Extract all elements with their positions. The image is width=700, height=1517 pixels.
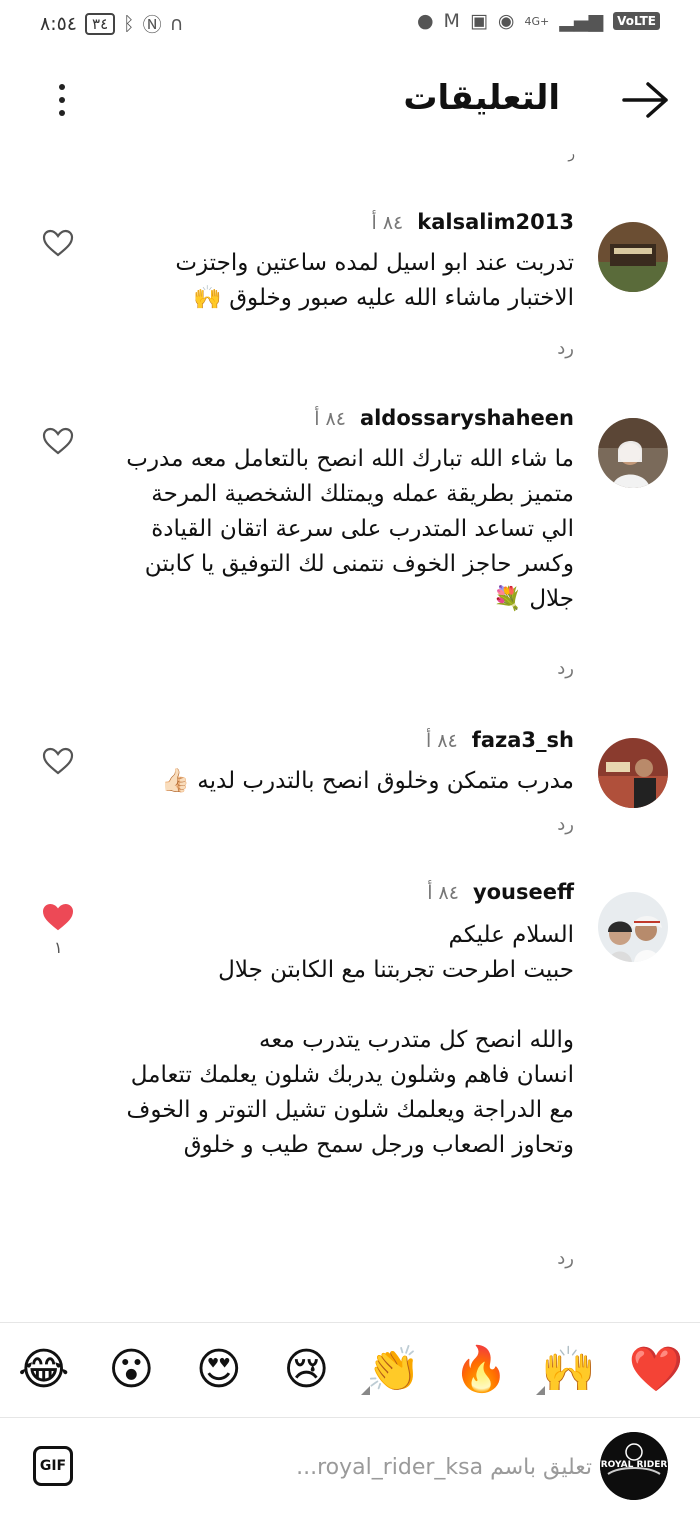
emoji-clapping[interactable]: 👏: [359, 1343, 429, 1397]
location-icon: ●: [416, 10, 434, 32]
comment-text: ما شاء الله تبارك الله انصح بالتعامل معه…: [126, 446, 574, 612]
nfc-icon: Ⓝ: [142, 14, 162, 36]
battery-indicator: ٣٤: [85, 12, 116, 35]
emoji-crying[interactable]: 😢: [271, 1343, 341, 1397]
avatar[interactable]: [598, 418, 668, 488]
back-arrow-icon[interactable]: [622, 80, 672, 120]
reply-button[interactable]: رد: [557, 1248, 574, 1269]
bluetooth-icon: ᛒ: [123, 12, 135, 35]
emoji-fire[interactable]: 🔥: [446, 1343, 516, 1397]
maps-icon: ◉: [497, 10, 515, 32]
comment-username[interactable]: kalsalim2013: [417, 210, 574, 234]
comment-time: ٨٤ أ: [314, 408, 346, 430]
signal-icon: ▂▄▆: [559, 10, 604, 32]
comment-text: السلام عليكم حبيت اطرحت تجربتنا مع الكاب…: [126, 922, 574, 1158]
network-type: 4G+: [524, 14, 550, 28]
app-notification-icon: ▣: [469, 10, 488, 32]
reply-button[interactable]: رد: [557, 338, 574, 359]
page-title: التعليقات: [403, 78, 560, 118]
emoji-raised-hands-glyph: 🙌: [541, 1344, 597, 1395]
like-count: ١: [54, 938, 63, 957]
mail-icon: M: [443, 10, 460, 32]
comment-username[interactable]: faza3_sh: [472, 728, 574, 752]
avatar[interactable]: [598, 892, 668, 962]
comment-input-bar: GIF ROYAL RIDER: [0, 1417, 700, 1517]
reply-button[interactable]: رد: [557, 814, 574, 835]
emoji-clapping-glyph: 👏: [366, 1344, 422, 1395]
clock: ٨:٥٤: [40, 12, 78, 35]
liked-heart-icon[interactable]: [42, 902, 74, 932]
gif-button[interactable]: GIF: [33, 1446, 73, 1486]
volte-badge: VoLTE: [613, 12, 660, 30]
emoji-laughing[interactable]: 😂: [9, 1343, 79, 1397]
status-bar: ٨:٥٤ ٣٤ ᛒ Ⓝ ∩ ● M ▣ ◉ 4G+ ▂▄▆ VoLTE: [0, 0, 700, 50]
comment-username[interactable]: youseeff: [473, 880, 574, 904]
emoji-reaction-bar: ❤️ 🙌 🔥 👏 😢 😍 😮 😂: [0, 1322, 700, 1417]
comment-username[interactable]: aldossaryshaheen: [360, 406, 574, 430]
comment-time: ٨٤ أ: [425, 730, 458, 752]
emoji-heart[interactable]: ❤️: [621, 1343, 691, 1397]
emoji-surprised[interactable]: 😮: [96, 1343, 166, 1397]
emoji-heart-eyes[interactable]: 😍: [184, 1343, 254, 1397]
avatar[interactable]: [598, 222, 668, 292]
skin-tone-indicator: [360, 1386, 370, 1395]
avatar[interactable]: [598, 738, 668, 808]
like-heart-icon[interactable]: [42, 228, 74, 258]
scroll-remnant: ر: [568, 146, 575, 162]
comment-time: ٨٤ أ: [427, 882, 459, 904]
header: التعليقات: [0, 62, 700, 142]
more-options-icon[interactable]: [52, 84, 72, 124]
headphones-icon: ∩: [169, 12, 184, 35]
skin-tone-indicator: [535, 1386, 545, 1395]
comment-input[interactable]: [150, 1448, 594, 1486]
reply-button[interactable]: رد: [557, 658, 574, 679]
avatar-logo-text: ROYAL RIDER: [600, 1460, 668, 1470]
emoji-raised-hands[interactable]: 🙌: [534, 1343, 604, 1397]
like-heart-icon[interactable]: [42, 426, 74, 456]
comment-time: ٨٤ أ: [371, 212, 404, 234]
like-heart-icon[interactable]: [42, 746, 74, 776]
current-user-avatar: ROYAL RIDER: [600, 1432, 668, 1500]
comment-text: مدرب متمكن وخلوق انصح بالتدرب لديه 👍🏻: [161, 768, 574, 794]
comment-text: تدربت عند ابو اسيل لمده ساعتين واجتزت ال…: [175, 250, 574, 311]
